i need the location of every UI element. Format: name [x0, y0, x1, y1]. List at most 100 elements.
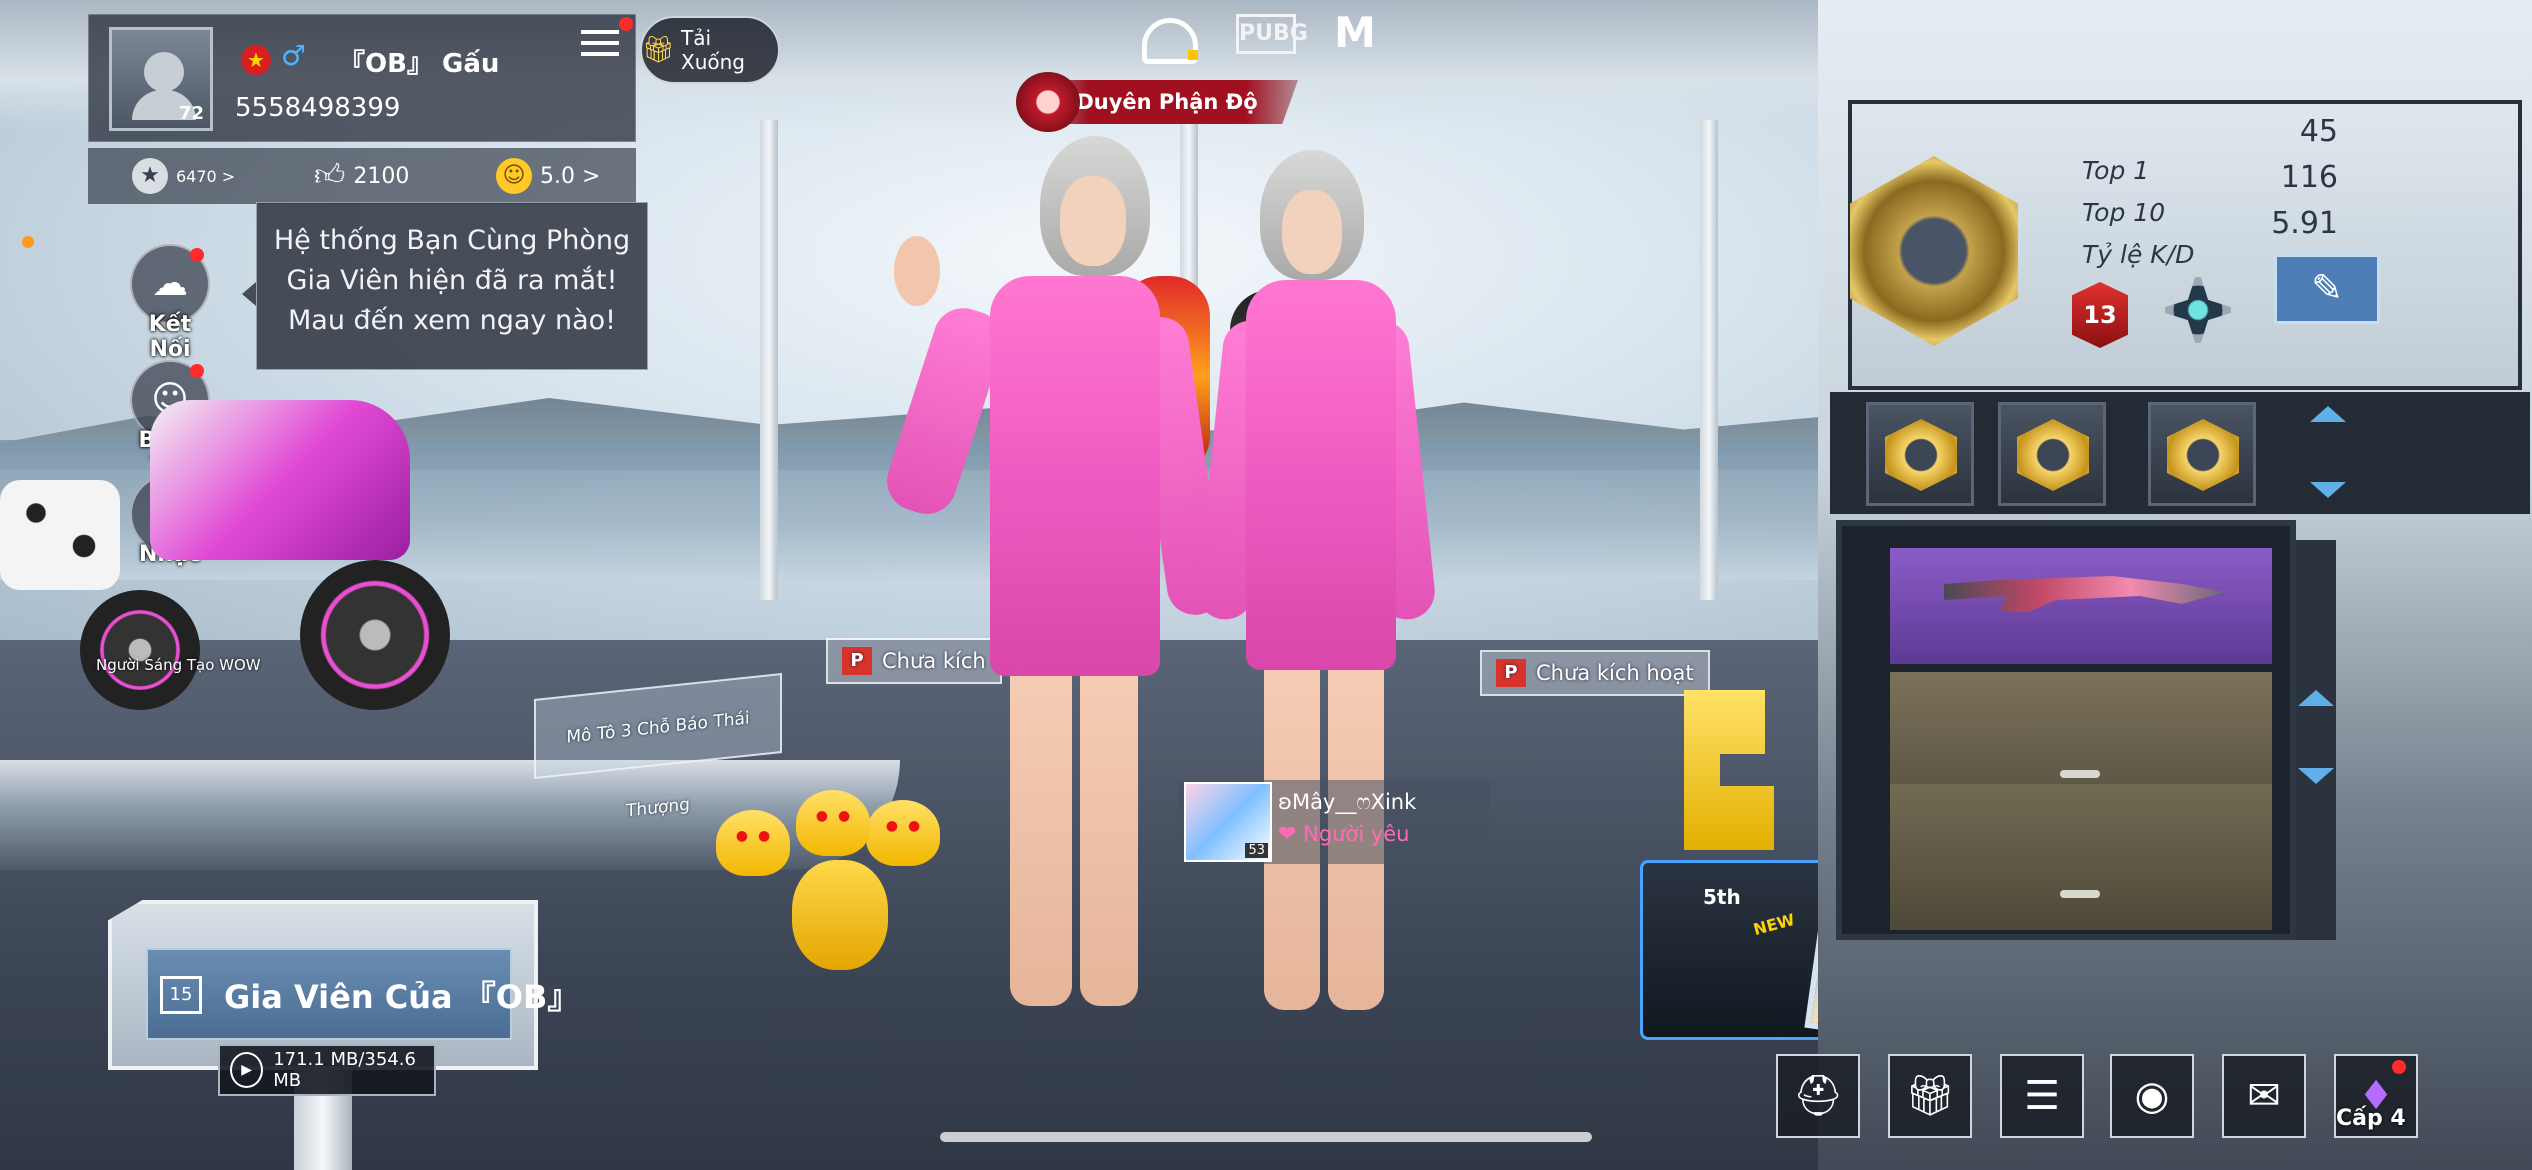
- player-level: 72: [178, 103, 204, 124]
- top10-label: Top 10: [2082, 198, 2166, 227]
- player-id: 5558498399: [235, 93, 401, 123]
- new-badge: NEW: [1751, 909, 1797, 940]
- partner-avatar[interactable]: 53: [1184, 782, 1272, 862]
- rating-value: 5.0 >: [540, 163, 601, 189]
- slot-handle: [2060, 890, 2100, 898]
- achievement-medal[interactable]: [2148, 402, 2256, 506]
- download-label: Tải Xuống: [681, 26, 745, 74]
- top1-label: Top 1: [2082, 156, 2150, 185]
- player-info-panel[interactable]: 72 ★ ♂ 『OB』 Gấu 5558498399: [88, 14, 636, 142]
- notification-dot: [190, 248, 204, 262]
- home-indicator[interactable]: [940, 1132, 1592, 1142]
- rank-badge[interactable]: 13: [2072, 282, 2128, 348]
- weapon-slot[interactable]: [1890, 784, 2272, 930]
- partner-level: 53: [1245, 843, 1268, 858]
- camera-icon: ◉: [2134, 1073, 2170, 1119]
- top10-value: 116: [2280, 160, 2338, 195]
- thumbs-up-icon: 👍︎: [314, 158, 346, 193]
- home-icon: 15: [160, 976, 202, 1014]
- notification-dot: [1188, 50, 1198, 60]
- character-partner[interactable]: [1190, 150, 1450, 1030]
- pet-head: [716, 810, 790, 876]
- notification-dot: [2392, 1060, 2406, 1074]
- medal-icon: [2017, 419, 2089, 491]
- edit-button[interactable]: ✎: [2274, 254, 2380, 324]
- achievement-medal[interactable]: [1998, 402, 2106, 506]
- achievement-medal[interactable]: [1866, 402, 1974, 506]
- notification-dot: [619, 17, 633, 31]
- download-progress-text: 171.1 MB/354.6 MB: [273, 1049, 416, 1091]
- kd-label: Tỷ lệ K/D: [2082, 240, 2195, 269]
- crate-rank-label: 5th: [1703, 885, 1741, 909]
- vietnam-flag-icon: ★: [241, 45, 271, 75]
- weapon-slot[interactable]: [1890, 548, 2272, 664]
- view-button[interactable]: ☰: [2000, 1054, 2084, 1138]
- scroll-up-icon[interactable]: [2298, 690, 2334, 706]
- home-label: Gia Viên Của 『OB』: [224, 978, 580, 1016]
- level-label: Cấp 4: [2336, 1106, 2406, 1131]
- pubg-logo[interactable]: PUBG: [1236, 14, 1308, 54]
- bike-creator-label: Người Sáng Tạo WOW: [96, 656, 261, 674]
- likes-value: 2100: [353, 163, 410, 189]
- scroll-up-icon[interactable]: [2310, 406, 2346, 422]
- gift-icon: 🎁︎: [1904, 1073, 1956, 1119]
- roommate-tooltip[interactable]: Hệ thống Bạn Cùng Phòng Gia Viên hiện đã…: [256, 202, 648, 370]
- pet-head: [796, 790, 870, 856]
- partner-name: ʚMây__ෆXink: [1278, 790, 1417, 814]
- gift-icon: 🎁︎: [642, 35, 676, 65]
- player-name: 『OB』 Gấu: [339, 49, 500, 79]
- gift-send-button[interactable]: ✉: [2222, 1054, 2306, 1138]
- metro-logo-icon[interactable]: M: [1334, 8, 1376, 57]
- tooltip-line: Gia Viên hiện đã ra mắt!: [286, 265, 618, 296]
- inactive-tag-label: Chưa kích hoạt: [1536, 661, 1694, 685]
- gift-button[interactable]: 🎁︎: [1888, 1054, 1972, 1138]
- motorcycle-vehicle[interactable]: [0, 360, 470, 730]
- tooltip-line: Hệ thống Bạn Cùng Phòng: [273, 225, 631, 256]
- indicator-dot: [22, 236, 34, 248]
- smile-icon: ☺: [496, 158, 532, 194]
- inactive-tag-right[interactable]: P Chưa kích hoạt: [1480, 650, 1710, 696]
- play-icon[interactable]: ▶: [230, 1052, 264, 1088]
- eye-list-icon: ☰: [2024, 1073, 2060, 1119]
- leg: [1080, 656, 1138, 1006]
- heart-icon: ❤: [1278, 822, 1297, 847]
- tooltip-arrow: [242, 282, 256, 306]
- tag-icon: P: [1496, 659, 1526, 687]
- partner-card[interactable]: 53 ʚMây__ෆXink ❤ Người yêu: [1178, 780, 1490, 864]
- player-stats-strip: ★ 6470 > 👍︎ 2100 ☺ 5.0 >: [88, 148, 636, 204]
- rating-stat[interactable]: ☺ 5.0 >: [496, 158, 600, 194]
- connect-label: Kết Nối: [148, 312, 192, 362]
- pink-robe: [990, 276, 1160, 676]
- scroll-down-icon[interactable]: [2310, 482, 2346, 498]
- popularity-stat[interactable]: ★ 6470 >: [132, 158, 235, 194]
- helmet-outline-icon: ⛑: [1792, 1073, 1844, 1119]
- connect-button[interactable]: ☁ Kết Nối: [128, 244, 212, 362]
- medal-icon: [2167, 419, 2239, 491]
- slot-handle: [2060, 770, 2100, 778]
- sidecar: [0, 480, 120, 590]
- tag-icon: P: [842, 647, 872, 675]
- pet-body: [792, 860, 888, 970]
- star-icon: ★: [132, 158, 168, 194]
- weapon-scrollbar[interactable]: [2296, 540, 2336, 940]
- download-button[interactable]: 🎁︎ Tải Xuống: [640, 16, 780, 84]
- likes-stat[interactable]: 👍︎ 2100: [314, 158, 409, 194]
- trophy-shape: [1684, 690, 1774, 850]
- download-progress[interactable]: ▶ 171.1 MB/354.6 MB: [218, 1044, 436, 1096]
- scroll-down-icon[interactable]: [2298, 768, 2334, 784]
- avatar-head: [144, 52, 184, 92]
- front-wheel: [80, 590, 200, 710]
- hand: [894, 236, 940, 306]
- window-frame: [760, 120, 778, 600]
- medal-row: [1830, 392, 2530, 514]
- kd-value: 5.91: [2271, 206, 2338, 241]
- leg: [1010, 656, 1072, 1006]
- title-emblem-icon: [1016, 72, 1080, 132]
- avatar[interactable]: 72: [109, 27, 213, 131]
- outfit-button[interactable]: ⛑: [1776, 1054, 1860, 1138]
- menu-icon[interactable]: [581, 23, 625, 67]
- gift-send-icon: ✉: [2247, 1073, 2281, 1119]
- camera-button[interactable]: ◉: [2110, 1054, 2194, 1138]
- medal-icon: [1885, 419, 1957, 491]
- golden-dragon-pet[interactable]: [716, 790, 956, 980]
